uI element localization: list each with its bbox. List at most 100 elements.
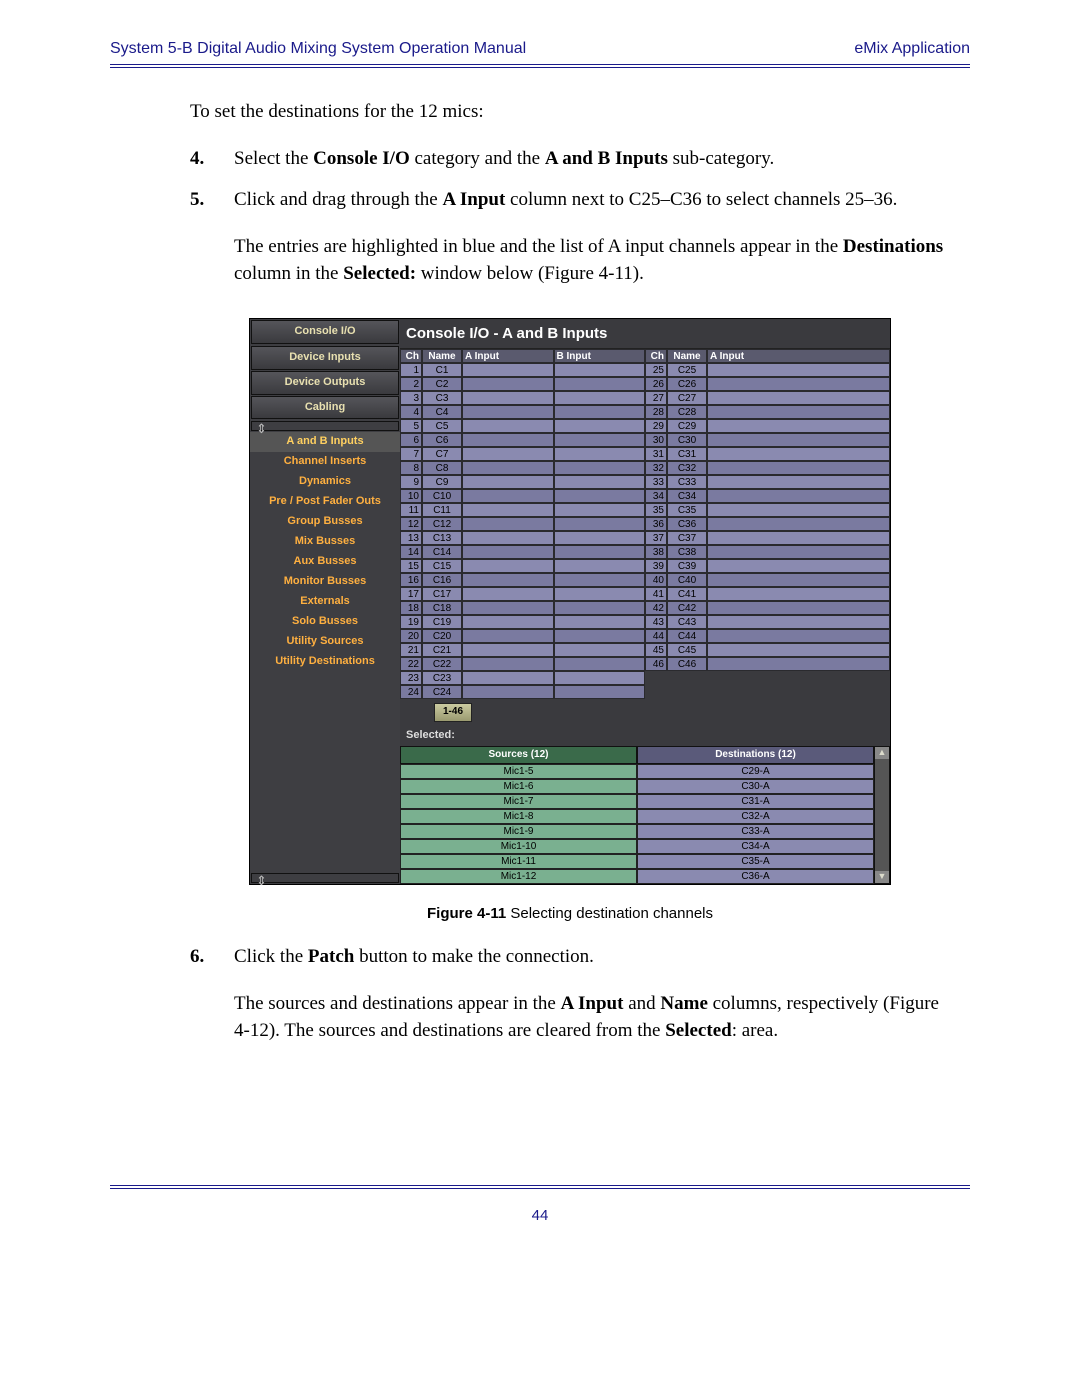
table-row[interactable]: 25C25 [645,363,890,377]
ss-sidebar: Console I/O Device InputsDevice OutputsC… [250,319,400,885]
table-row[interactable]: 38C38 [645,545,890,559]
steps-list-1: 4.Select the Console I/O category and th… [190,145,950,214]
table-row[interactable]: 20C20 [400,629,645,643]
header-rule [110,64,970,68]
selected-row[interactable]: Mic1-7C31-A [400,794,874,809]
step6-followup: The sources and destinations appear in t… [234,990,950,1045]
sidebar-item[interactable]: Monitor Busses [250,572,400,592]
table-row[interactable]: 7C7 [400,447,645,461]
table-row[interactable]: 45C45 [645,643,890,657]
table-row[interactable]: 2C2 [400,377,645,391]
col-name[interactable]: Name [667,349,707,363]
table-row[interactable]: 13C13 [400,531,645,545]
sidebar-item[interactable]: Group Busses [250,512,400,532]
table-row[interactable]: 26C26 [645,377,890,391]
table-row[interactable]: 10C10 [400,489,645,503]
doc-title: System 5-B Digital Audio Mixing System O… [110,40,526,58]
table-row[interactable]: 27C27 [645,391,890,405]
table-row[interactable]: 12C12 [400,517,645,531]
sidebar-category[interactable]: Cabling [251,396,399,420]
table-row[interactable]: 16C16 [400,573,645,587]
table-row[interactable]: 21C21 [400,643,645,657]
page-number: 44 [110,1207,970,1224]
sort-icon[interactable]: ⇕ [256,872,267,891]
sidebar-item[interactable]: Utility Destinations [250,652,400,672]
selected-row[interactable]: Mic1-5C29-A [400,764,874,779]
sources-header: Sources (12) [400,746,637,765]
selected-row[interactable]: Mic1-8C32-A [400,809,874,824]
table-row[interactable]: 15C15 [400,559,645,573]
table-row[interactable]: 6C6 [400,433,645,447]
selected-label: Selected: [400,726,890,746]
sidebar-category[interactable]: Device Outputs [251,371,399,395]
table-row[interactable]: 11C11 [400,503,645,517]
col-a-input[interactable]: A Input [707,349,890,363]
col-ch[interactable]: Ch [400,349,422,363]
step5-followup: The entries are highlighted in blue and … [234,233,950,288]
sidebar-item[interactable]: Externals [250,592,400,612]
table-row[interactable]: 33C33 [645,475,890,489]
table-row[interactable]: 44C44 [645,629,890,643]
table-row[interactable]: 28C28 [645,405,890,419]
table-row[interactable]: 37C37 [645,531,890,545]
col-a-input[interactable]: A Input [462,349,554,363]
table-row[interactable]: 8C8 [400,461,645,475]
selected-row[interactable]: Mic1-11C35-A [400,854,874,869]
scroll-up-icon[interactable]: ▲ [875,747,889,759]
selected-row[interactable]: Mic1-6C30-A [400,779,874,794]
sort-icon[interactable]: ⇕ [256,420,267,439]
table-row[interactable]: 39C39 [645,559,890,573]
table-row[interactable]: 9C9 [400,475,645,489]
table-row[interactable]: 43C43 [645,615,890,629]
ss-title: Console I/O - A and B Inputs [400,319,890,350]
sidebar-item[interactable]: A and B Inputs [250,432,400,452]
table-row[interactable]: 36C36 [645,517,890,531]
table-row[interactable]: 19C19 [400,615,645,629]
table-row[interactable]: 34C34 [645,489,890,503]
sidebar-item[interactable]: Utility Sources [250,632,400,652]
col-b-input[interactable]: B Input [554,349,646,363]
sidebar-item[interactable]: Dynamics [250,472,400,492]
table-row[interactable]: 23C23 [400,671,645,685]
table-row[interactable]: 17C17 [400,587,645,601]
table-row[interactable]: 24C24 [400,685,645,699]
table-row[interactable]: 14C14 [400,545,645,559]
table-row[interactable]: 29C29 [645,419,890,433]
table-row[interactable]: 22C22 [400,657,645,671]
ss-category[interactable]: Console I/O [251,320,399,344]
ss-spacer: ⇕ [251,421,399,431]
table-header: Ch Name A Input [645,349,890,363]
selected-row[interactable]: Mic1-12C36-A [400,869,874,884]
doc-section: eMix Application [854,40,970,58]
col-ch[interactable]: Ch [645,349,667,363]
scrollbar[interactable]: ▲ ▼ [874,746,890,885]
table-row[interactable]: 41C41 [645,587,890,601]
sidebar-category[interactable]: Device Inputs [251,346,399,370]
selected-row[interactable]: Mic1-10C34-A [400,839,874,854]
sidebar-item[interactable]: Mix Busses [250,532,400,552]
table-row[interactable]: 3C3 [400,391,645,405]
table-row[interactable]: 46C46 [645,657,890,671]
table-row-empty [645,685,890,699]
pager-button[interactable]: 1-46 [434,703,472,722]
table-row[interactable]: 5C5 [400,419,645,433]
table-row[interactable]: 40C40 [645,573,890,587]
selected-row[interactable]: Mic1-9C33-A [400,824,874,839]
sidebar-item[interactable]: Channel Inserts [250,452,400,472]
table-row[interactable]: 4C4 [400,405,645,419]
table-row[interactable]: 32C32 [645,461,890,475]
sidebar-item[interactable]: Pre / Post Fader Outs [250,492,400,512]
sidebar-item[interactable]: Aux Busses [250,552,400,572]
table-header: Ch Name A Input B Input [400,349,645,363]
col-name[interactable]: Name [422,349,462,363]
step-item: 5.Click and drag through the A Input col… [190,186,950,214]
table-row[interactable]: 35C35 [645,503,890,517]
sidebar-item[interactable]: Solo Busses [250,612,400,632]
ss-spacer: ⇕ [251,873,399,883]
table-row[interactable]: 42C42 [645,601,890,615]
table-row[interactable]: 31C31 [645,447,890,461]
table-row[interactable]: 1C1 [400,363,645,377]
table-row[interactable]: 18C18 [400,601,645,615]
scroll-down-icon[interactable]: ▼ [875,871,889,883]
table-row[interactable]: 30C30 [645,433,890,447]
